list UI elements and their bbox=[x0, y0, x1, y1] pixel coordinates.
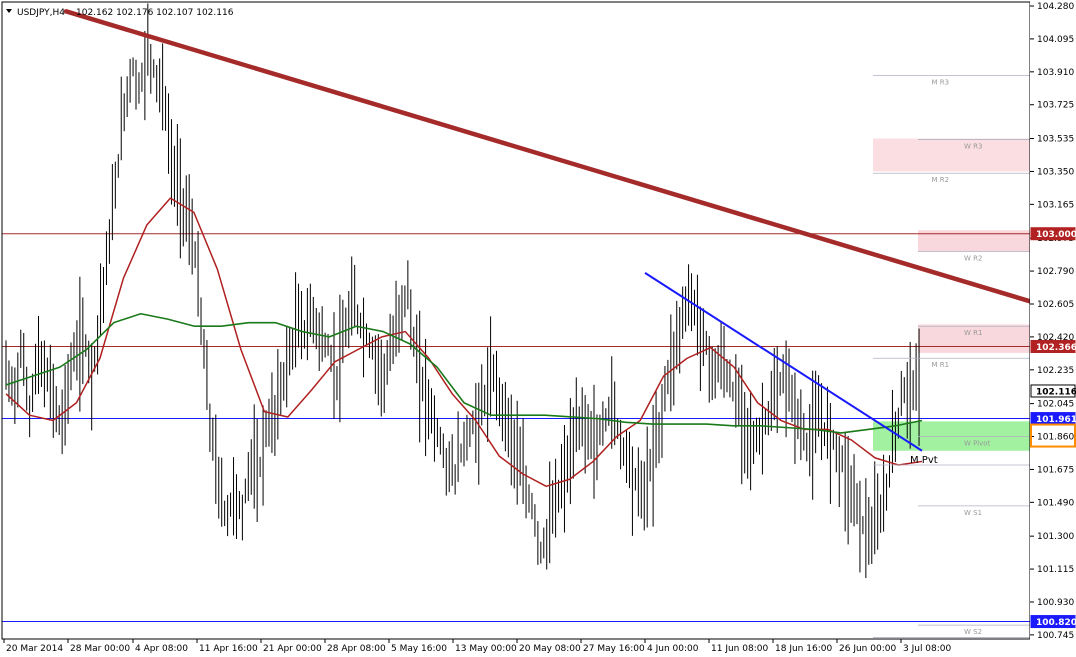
x-tick-label: 26 Jun 00:00 bbox=[839, 644, 896, 654]
pivot-level-label: M R3 bbox=[932, 78, 950, 86]
y-tick-label: 101.490 bbox=[1037, 498, 1074, 508]
x-tick-label: 28 Apr 08:00 bbox=[327, 644, 386, 654]
ohlc-values: 102.162 102.176 102.107 102.116 bbox=[76, 8, 234, 18]
x-tick-label: 11 Apr 16:00 bbox=[199, 644, 258, 654]
y-tick-label: 100.930 bbox=[1037, 598, 1074, 608]
price-tag-label: 102.366 bbox=[1036, 343, 1076, 353]
y-tick-label: 102.790 bbox=[1037, 267, 1074, 277]
price-axis-bg bbox=[1030, 0, 1076, 657]
y-tick-label: 103.535 bbox=[1037, 135, 1074, 145]
symbol-label: USDJPY,H4 bbox=[17, 8, 65, 18]
x-tick-label: 5 May 16:00 bbox=[391, 644, 447, 654]
y-tick-label: 103.165 bbox=[1037, 200, 1074, 210]
price-chart[interactable]: M R3 W R3 M R2 W R2 W R1 M R1 W Pivot M Pvt W S1… bbox=[0, 0, 1076, 657]
pivot-level-label: W S2 bbox=[964, 628, 982, 636]
x-tick-label: 13 May 00:00 bbox=[455, 644, 517, 654]
y-tick-label: 104.095 bbox=[1037, 35, 1074, 45]
y-tick-label: 104.280 bbox=[1037, 2, 1074, 12]
pivot-level-label: W R3 bbox=[964, 142, 982, 150]
pivot-level-label: W S1 bbox=[964, 509, 982, 517]
pivot-level-label: W Pivot bbox=[964, 440, 991, 448]
price-axis[interactable]: 104.280 104.095 103.910 103.725 103.535 103.3… bbox=[1030, 0, 1076, 657]
price-tag-label: 102.116 bbox=[1036, 387, 1076, 397]
pivot-level-label: W R1 bbox=[964, 329, 982, 337]
x-tick-label: 4 Jun 00:00 bbox=[647, 644, 699, 654]
y-tick-label: 101.115 bbox=[1037, 565, 1074, 575]
pivot-level-label: M Pvt bbox=[910, 455, 938, 466]
x-tick-label: 20 Mar 2014 bbox=[6, 644, 63, 654]
y-tick-label: 103.350 bbox=[1037, 167, 1074, 177]
price-tag-label: 103.000 bbox=[1036, 230, 1076, 240]
time-axis[interactable]: 20 Mar 2014 28 Mar 00:00 4 Apr 08:00 11 Apr… bbox=[0, 639, 1076, 657]
x-tick-label: 18 Jun 16:00 bbox=[775, 644, 832, 654]
pivot-level-label: W R2 bbox=[964, 255, 982, 263]
y-tick-label: 101.860 bbox=[1037, 433, 1074, 443]
pivot-level-label: M R1 bbox=[932, 361, 950, 369]
x-tick-label: 27 May 16:00 bbox=[583, 644, 645, 654]
x-tick-label: 3 Jul 08:00 bbox=[903, 644, 952, 654]
y-tick-label: 103.910 bbox=[1037, 68, 1074, 78]
y-tick-label: 101.675 bbox=[1037, 465, 1074, 475]
y-tick-label: 102.605 bbox=[1037, 300, 1074, 310]
x-tick-label: 28 Mar 00:00 bbox=[70, 644, 130, 654]
x-tick-label: 4 Apr 08:00 bbox=[135, 644, 188, 654]
pivot-level-label: M R2 bbox=[932, 176, 950, 184]
y-tick-label: 102.045 bbox=[1037, 400, 1074, 410]
x-tick-label: 20 May 08:00 bbox=[519, 644, 581, 654]
x-tick-label: 21 Apr 00:00 bbox=[263, 644, 322, 654]
y-tick-label: 103.725 bbox=[1037, 101, 1074, 111]
y-tick-label: 101.300 bbox=[1037, 532, 1074, 542]
price-tag-label: 100.820 bbox=[1036, 618, 1076, 628]
x-tick-label: 11 Jun 08:00 bbox=[711, 644, 768, 654]
y-tick-label: 102.235 bbox=[1037, 366, 1074, 376]
y-tick-label: 100.745 bbox=[1037, 631, 1074, 641]
resistance-zone-w-r3 bbox=[873, 138, 1030, 172]
